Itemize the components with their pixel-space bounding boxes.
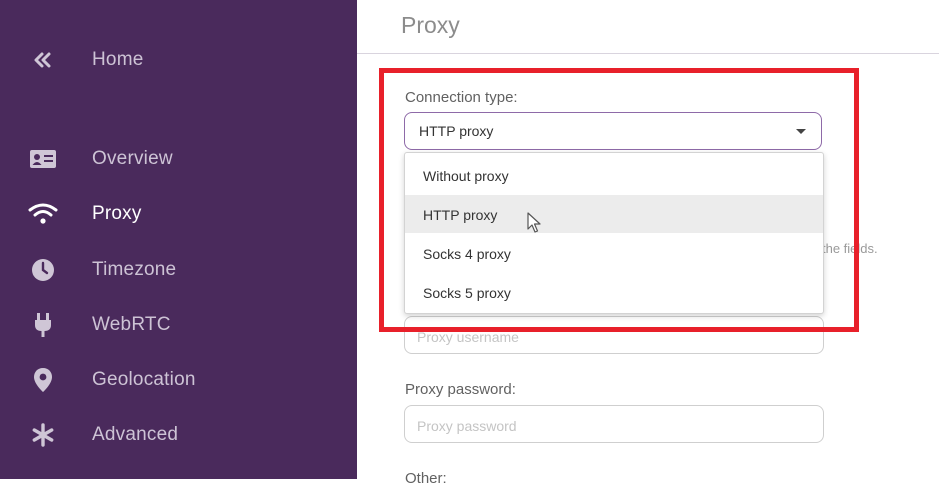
main-panel: Proxy Connection type: HTTP proxy the fi… bbox=[357, 0, 939, 487]
option-label: HTTP proxy bbox=[423, 207, 498, 223]
sidebar-item-label: Home bbox=[92, 49, 144, 70]
wifi-icon bbox=[28, 199, 58, 229]
sidebar-item-label: Timezone bbox=[92, 259, 177, 280]
page-title: Proxy bbox=[401, 12, 460, 38]
sidebar-item-label: Advanced bbox=[92, 424, 179, 445]
connection-type-value: HTTP proxy bbox=[419, 123, 494, 139]
hint-text: the fields. bbox=[822, 241, 878, 256]
sidebar-item-label: Overview bbox=[92, 148, 173, 169]
connection-type-select[interactable]: HTTP proxy bbox=[404, 112, 822, 150]
option-label: Socks 4 proxy bbox=[423, 246, 511, 262]
sidebar-item-overview[interactable]: Overview bbox=[0, 137, 357, 181]
sidebar-item-advanced[interactable]: Advanced bbox=[0, 413, 357, 457]
sidebar-item-proxy[interactable]: Proxy bbox=[0, 192, 357, 236]
option-socks5-proxy[interactable]: Socks 5 proxy bbox=[405, 273, 823, 311]
sidebar-item-label: Geolocation bbox=[92, 369, 196, 390]
sidebar-item-timezone[interactable]: Timezone bbox=[0, 248, 357, 292]
title-divider bbox=[357, 53, 939, 54]
proxy-username-input[interactable] bbox=[415, 326, 809, 348]
sidebar-item-webrtc[interactable]: WebRTC bbox=[0, 303, 357, 347]
proxy-password-field[interactable] bbox=[404, 405, 824, 443]
connection-type-label: Connection type: bbox=[405, 89, 518, 106]
plug-icon bbox=[28, 310, 58, 340]
asterisk-icon bbox=[28, 420, 58, 450]
sidebar-item-home[interactable]: Home bbox=[0, 38, 357, 82]
connection-type-dropdown: Without proxy HTTP proxy Socks 4 proxy S… bbox=[404, 152, 824, 314]
location-pin-icon bbox=[28, 365, 58, 395]
option-http-proxy[interactable]: HTTP proxy bbox=[405, 195, 823, 233]
mouse-cursor-icon bbox=[526, 212, 542, 239]
proxy-password-input[interactable] bbox=[415, 415, 809, 437]
sidebar: Home Overview Proxy Timezone WebRTC Geol… bbox=[0, 0, 357, 479]
sidebar-item-label: Proxy bbox=[92, 203, 142, 224]
option-label: Without proxy bbox=[423, 168, 509, 184]
double-chevron-left-icon bbox=[28, 45, 58, 75]
option-label: Socks 5 proxy bbox=[423, 285, 511, 301]
sidebar-item-label: WebRTC bbox=[92, 314, 171, 335]
option-without-proxy[interactable]: Without proxy bbox=[405, 156, 823, 194]
sidebar-item-geolocation[interactable]: Geolocation bbox=[0, 358, 357, 402]
caret-down-icon bbox=[796, 129, 806, 134]
proxy-username-field[interactable] bbox=[404, 316, 824, 354]
proxy-password-label: Proxy password: bbox=[405, 381, 516, 398]
id-card-icon bbox=[28, 144, 58, 174]
clock-icon bbox=[28, 255, 58, 285]
option-socks4-proxy[interactable]: Socks 4 proxy bbox=[405, 234, 823, 272]
